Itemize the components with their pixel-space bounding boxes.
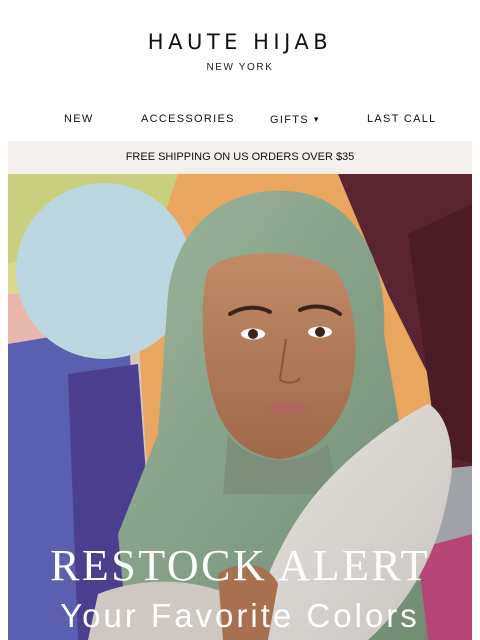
nav-item-gifts[interactable]: GIFTS ▾ bbox=[270, 110, 320, 129]
main-nav: NEW ACCESSORIES GIFTS ▾ LAST CALL bbox=[0, 110, 480, 130]
chevron-down-icon: ▾ bbox=[313, 114, 320, 124]
shipping-banner-text: FREE SHIPPING ON US ORDERS OVER $35 bbox=[125, 151, 355, 163]
shipping-banner[interactable]: FREE SHIPPING ON US ORDERS OVER $35 bbox=[8, 141, 472, 174]
brand-title: HAUTE HIJAB bbox=[147, 30, 333, 54]
nav-item-new[interactable]: NEW bbox=[64, 110, 94, 128]
brand-logo[interactable]: HAUTE HIJAB NEW YORK bbox=[0, 28, 480, 73]
nav-item-accessories[interactable]: ACCESSORIES bbox=[141, 110, 235, 128]
hero-headline: RESTOCK ALERT bbox=[50, 541, 430, 590]
hero-image[interactable]: RESTOCK ALERT Your Favorite Colors bbox=[8, 174, 472, 640]
nav-item-gifts-label: GIFTS bbox=[270, 114, 309, 126]
brand-subtitle: NEW YORK bbox=[206, 62, 274, 73]
nav-item-last-call[interactable]: LAST CALL bbox=[367, 110, 437, 128]
hero-subheadline: Your Favorite Colors bbox=[60, 597, 420, 634]
